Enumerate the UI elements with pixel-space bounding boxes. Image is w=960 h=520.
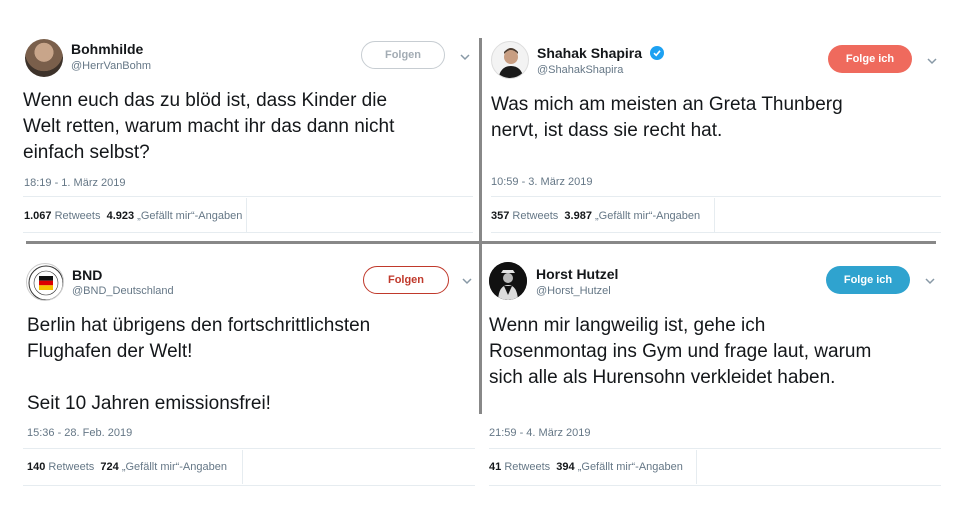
tweet-card-bohmhilde: Bohmhilde @HerrVanBohm Folgen Wenn euch … [10,30,480,235]
following-button[interactable]: Folge ich [828,45,912,73]
author-name[interactable]: Horst Hutzel [536,266,618,282]
likes-label[interactable]: „Gefällt mir“-Angaben [137,210,242,222]
separator [489,485,941,486]
tweet-timestamp[interactable]: 10:59 - 3. März 2019 [491,176,593,188]
separator [23,196,473,197]
avatar-icon[interactable] [491,41,529,79]
separator [491,196,941,197]
retweets-label[interactable]: Retweets [512,210,558,222]
stats-divider [714,198,715,232]
author-name[interactable]: Shahak Shapira [537,45,664,61]
tweet-text: Was mich am meisten an Greta Thunberg ne… [491,94,843,141]
author-name[interactable]: Bohmhilde [71,41,143,57]
separator [491,232,941,233]
like-count[interactable]: 4.923 [107,210,135,222]
horizontal-divider [26,241,936,244]
tweet-text: Berlin hat übrigens den fortschrittlichs… [27,315,371,414]
separator [23,448,475,449]
tweet-stats: 1.067 Retweets 4.923 „Gefällt mir“-Angab… [24,210,242,222]
author-handle[interactable]: @HerrVanBohm [71,60,151,72]
like-count[interactable]: 394 [556,461,574,473]
tweet-card-bnd: BND @BND_Deutschland Folgen Berlin hat ü… [10,252,480,492]
tweet-stats: 41 Retweets 394 „Gefällt mir“-Angaben [489,461,683,473]
tweet-timestamp[interactable]: 18:19 - 1. März 2019 [24,177,126,189]
tweet-card-shahak-shapira: Shahak Shapira @ShahakShapira Folge ich … [483,30,950,235]
like-count[interactable]: 3.987 [564,210,592,222]
likes-label[interactable]: „Gefällt mir“-Angaben [595,210,700,222]
separator [489,448,941,449]
author-handle[interactable]: @ShahakShapira [537,64,623,76]
avatar-icon[interactable] [25,39,63,77]
chevron-down-icon[interactable] [923,274,937,288]
stats-divider [246,198,247,232]
retweet-count[interactable]: 357 [491,210,509,222]
separator [23,232,473,233]
retweets-label[interactable]: Retweets [504,461,550,473]
author-name-text[interactable]: Shahak Shapira [537,45,642,61]
tweet-timestamp[interactable]: 15:36 - 28. Feb. 2019 [27,427,132,439]
retweet-count[interactable]: 41 [489,461,501,473]
likes-label[interactable]: „Gefällt mir“-Angaben [122,461,227,473]
like-count[interactable]: 724 [100,461,118,473]
tweet-text: Wenn mir langweilig ist, gehe ich Rosenm… [489,315,872,388]
author-name[interactable]: BND [72,267,102,283]
retweet-count[interactable]: 140 [27,461,45,473]
stats-divider [242,450,243,484]
author-handle[interactable]: @Horst_Hutzel [536,285,611,297]
retweets-label[interactable]: Retweets [48,461,94,473]
separator [23,485,475,486]
retweets-label[interactable]: Retweets [55,210,101,222]
chevron-down-icon[interactable] [460,274,474,288]
follow-button[interactable]: Folgen [361,41,445,69]
chevron-down-icon[interactable] [458,50,472,64]
verified-badge-icon [649,46,664,60]
tweet-stats: 357 Retweets 3.987 „Gefällt mir“-Angaben [491,210,700,222]
retweet-count[interactable]: 1.067 [24,210,52,222]
stats-divider [696,450,697,484]
follow-button[interactable]: Folgen [363,266,449,294]
chevron-down-icon[interactable] [925,54,939,68]
tweet-card-horst-hutzel: Horst Hutzel @Horst_Hutzel Folge ich Wen… [483,252,950,492]
bnd-seal-icon[interactable] [26,263,64,301]
likes-label[interactable]: „Gefällt mir“-Angaben [578,461,683,473]
following-button[interactable]: Folge ich [826,266,910,294]
tweet-timestamp[interactable]: 21:59 - 4. März 2019 [489,427,591,439]
tweet-text: Wenn euch das zu blöd ist, dass Kinder d… [23,90,395,163]
tweet-stats: 140 Retweets 724 „Gefällt mir“-Angaben [27,461,227,473]
author-handle[interactable]: @BND_Deutschland [72,285,174,297]
avatar-icon[interactable] [489,262,527,300]
